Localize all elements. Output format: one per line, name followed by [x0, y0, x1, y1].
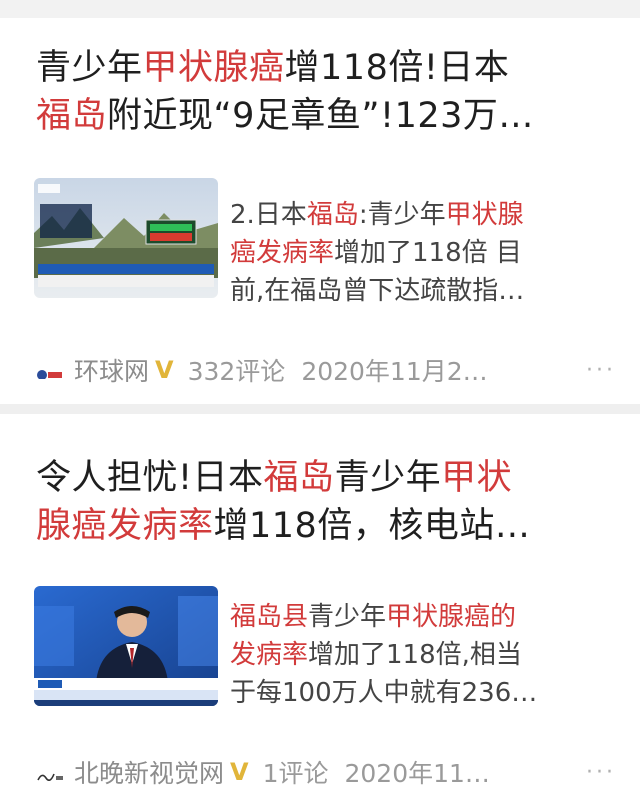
comment-count[interactable]: 1评论: [263, 754, 329, 790]
card-divider: [0, 404, 640, 414]
highlighted-keyword: 福岛县: [230, 602, 309, 632]
news-card[interactable]: 令人担忧!日本福岛青少年甲状 腺癌发病率增118倍，核电站… 福岛县青少年甲状腺癌…: [0, 414, 640, 809]
news-thumbnail-image: [34, 178, 218, 298]
title-text: 增118倍，核电站…: [213, 506, 531, 546]
highlighted-keyword: 甲状腺癌: [142, 48, 285, 88]
title-line: 腺癌发病率增118倍，核电站…: [36, 502, 596, 550]
more-options-icon[interactable]: ···: [586, 358, 616, 383]
title-text: 青少年: [334, 458, 442, 498]
title-line: 福岛附近现“9足章鱼”!123万…: [36, 92, 596, 140]
news-thumbnail-image: [34, 586, 218, 706]
title-text: 附近现“9足章鱼”!123万…: [107, 96, 534, 136]
comment-count[interactable]: 332评论: [188, 352, 286, 388]
highlighted-keyword: 甲状腺癌的: [386, 602, 517, 632]
article-title[interactable]: 令人担忧!日本福岛青少年甲状 腺癌发病率增118倍，核电站…: [36, 454, 596, 550]
snippet-text: 青少年: [308, 602, 387, 632]
article-thumbnail[interactable]: [34, 586, 218, 706]
highlighted-keyword: 福岛: [36, 96, 108, 136]
source-logo-icon: [36, 361, 64, 379]
article-snippet[interactable]: 福岛县青少年甲状腺癌的 发病率增加了118倍,相当 于每100万人中就有236…: [230, 598, 610, 712]
source-logo-icon: [36, 763, 64, 781]
more-options-icon[interactable]: ···: [586, 760, 616, 785]
snippet-text: 前,在福岛曾下达疏散指…: [230, 276, 525, 306]
publish-date: 2020年11…: [344, 759, 490, 788]
publish-date: 2020年11月2…: [301, 357, 488, 386]
source-name[interactable]: 北晚新视觉网: [74, 754, 224, 790]
snippet-text: 增加了118倍,相当: [308, 640, 522, 670]
snippet-text: 增加了118倍 目: [334, 238, 522, 268]
news-card[interactable]: 青少年甲状腺癌增118倍!日本 福岛附近现“9足章鱼”!123万… 2.日本福岛:…: [0, 18, 640, 404]
article-thumbnail[interactable]: [34, 178, 218, 298]
article-meta: 环球网 V 332评论 2020年11月2… ···: [36, 350, 616, 390]
title-text: 增118倍!日本: [284, 48, 510, 88]
title-line: 青少年甲状腺癌增118倍!日本: [36, 44, 596, 92]
snippet-line: 前,在福岛曾下达疏散指…: [230, 272, 610, 310]
highlighted-keyword: 福岛: [306, 200, 359, 230]
snippet-line: 发病率增加了118倍,相当: [230, 636, 610, 674]
verified-badge-icon: V: [155, 356, 174, 384]
snippet-line: 癌发病率增加了118倍 目: [230, 234, 610, 272]
title-line: 令人担忧!日本福岛青少年甲状: [36, 454, 596, 502]
snippet-line: 2.日本福岛:青少年甲状腺: [230, 196, 610, 234]
highlighted-keyword: 甲状: [441, 458, 513, 498]
verified-badge-icon: V: [230, 758, 249, 786]
snippet-line: 于每100万人中就有236…: [230, 674, 610, 712]
highlighted-keyword: 腺癌发病率: [36, 506, 214, 546]
article-title[interactable]: 青少年甲状腺癌增118倍!日本 福岛附近现“9足章鱼”!123万…: [36, 44, 596, 140]
highlighted-keyword: 甲状腺: [445, 200, 524, 230]
highlighted-keyword: 发病率: [230, 640, 309, 670]
article-meta: 北晚新视觉网 V 1评论 2020年11… ···: [36, 752, 616, 792]
title-text: 青少年: [36, 48, 143, 88]
highlighted-keyword: 福岛: [263, 458, 335, 498]
snippet-text: 2.日本: [230, 200, 307, 230]
article-snippet[interactable]: 2.日本福岛:青少年甲状腺 癌发病率增加了118倍 目前,在福岛曾下达疏散指…: [230, 196, 610, 310]
snippet-line: 福岛县青少年甲状腺癌的: [230, 598, 610, 636]
snippet-text: :青少年: [358, 200, 446, 230]
snippet-text: 于每100万人中就有236…: [230, 678, 538, 708]
top-strip: [0, 0, 640, 18]
highlighted-keyword: 癌发病率: [230, 238, 335, 268]
title-text: 令人担忧!日本: [36, 458, 264, 498]
source-name[interactable]: 环球网: [74, 352, 149, 388]
